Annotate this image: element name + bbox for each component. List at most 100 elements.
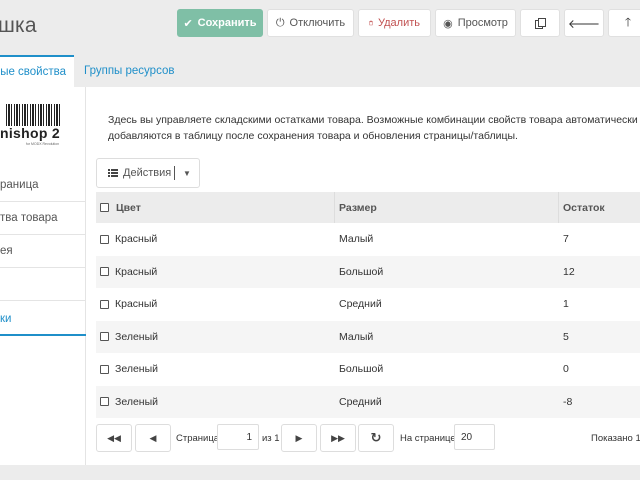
sidebar-item-product-properties[interactable]: тва товара <box>0 202 86 235</box>
sidebar-item-stock[interactable]: ки <box>0 303 86 336</box>
sidebar-item-page[interactable]: раница <box>0 169 86 202</box>
tab-bar: ные свойства Группы ресурсов <box>0 55 640 87</box>
divider <box>174 166 175 180</box>
page-title: шка <box>0 14 37 37</box>
tab-resource-groups[interactable]: Группы ресурсов <box>84 55 174 87</box>
main-panel: nishop 2 for MODX Revolution раница тва … <box>0 87 640 465</box>
power-icon: ⏻ <box>275 16 285 29</box>
first-page-button[interactable]: ◀◀ <box>96 424 132 452</box>
row-checkbox[interactable] <box>100 397 109 407</box>
barcode-icon <box>6 104 60 126</box>
cell-color: Зеленый <box>100 386 158 419</box>
disable-button-label: Отключить <box>289 17 346 29</box>
select-all-checkbox[interactable] <box>100 203 109 212</box>
cell-color-text: Зеленый <box>115 330 159 343</box>
per-page-input[interactable] <box>454 424 495 450</box>
column-header-label: Размер <box>339 201 377 214</box>
minishop-logo: nishop 2 for MODX Revolution <box>0 104 62 146</box>
view-button[interactable]: ◉ Просмотр <box>435 9 516 37</box>
eye-icon: ◉ <box>443 17 453 30</box>
toolbar: ✔ Сохранить ⏻ Отключить Удалить ◉ Просмо… <box>177 9 640 37</box>
cell-size: Большой <box>339 363 384 376</box>
cell-stock[interactable]: 12 <box>563 256 575 289</box>
shown-count-text: Показано 1 - <box>591 432 640 444</box>
stock-grid: Цвет Размер Остаток Красный Малый 7 Крас… <box>96 192 640 418</box>
table-row[interactable]: Зеленый Малый 5 <box>96 320 640 354</box>
refresh-button[interactable]: ↻ <box>358 424 394 452</box>
row-checkbox[interactable] <box>100 332 109 342</box>
table-row[interactable]: Зеленый Большой 0 <box>96 353 640 386</box>
logo-subtext: for MODX Revolution <box>26 142 60 146</box>
cell-color-text: Красный <box>115 265 158 278</box>
refresh-icon: ↻ <box>370 430 382 445</box>
column-header-size[interactable]: Размер <box>335 192 559 223</box>
cell-color: Красный <box>100 288 157 321</box>
next-page-button[interactable]: ▶ <box>281 424 317 452</box>
last-page-button[interactable]: ▶▶ <box>320 424 356 452</box>
disable-button[interactable]: ⏻ Отключить <box>267 9 354 37</box>
per-page-label: На странице: <box>400 432 459 444</box>
row-checkbox[interactable] <box>100 234 109 244</box>
table-row[interactable]: Зеленый Средний -8 <box>96 385 640 419</box>
duplicate-button[interactable] <box>520 9 560 37</box>
cell-color-text: Красный <box>115 233 158 246</box>
content-area: Здесь вы управляете складскими остатками… <box>86 87 640 465</box>
column-header-stock[interactable]: Остаток <box>559 192 640 223</box>
prev-page-button[interactable]: ◀ <box>135 424 171 452</box>
save-button[interactable]: ✔ Сохранить <box>177 9 263 37</box>
description-text: Здесь вы управляете складскими остатками… <box>108 114 638 142</box>
chevron-left-icon: ◀ <box>149 432 157 443</box>
arrow-up-icon: 🡑 <box>624 14 632 29</box>
cell-stock[interactable]: 7 <box>563 223 569 256</box>
column-header-label: Остаток <box>563 201 605 214</box>
table-row[interactable]: Красный Большой 12 <box>96 255 640 289</box>
check-icon: ✔ <box>183 17 193 30</box>
cell-color-text: Зеленый <box>115 363 159 376</box>
delete-button[interactable]: Удалить <box>358 9 431 37</box>
cell-size: Большой <box>339 265 384 278</box>
page-label: Страница <box>176 432 220 444</box>
cell-stock[interactable]: 0 <box>563 353 569 386</box>
grid-header: Цвет Размер Остаток <box>96 192 640 223</box>
cell-color-text: Зеленый <box>115 395 159 408</box>
column-header-color[interactable]: Цвет <box>96 192 335 223</box>
trash-icon <box>369 20 373 26</box>
cell-color: Красный <box>100 223 157 256</box>
pagination-bar: ◀◀ ◀ Страница из 1 ▶ ▶▶ ↻ На странице: П… <box>96 424 640 452</box>
page-of-label: из 1 <box>262 432 280 444</box>
row-checkbox[interactable] <box>100 299 109 309</box>
row-checkbox[interactable] <box>100 364 109 374</box>
copy-icon <box>534 17 546 29</box>
table-row[interactable]: Красный Средний 1 <box>96 288 640 321</box>
cell-size: Малый <box>339 330 374 343</box>
cell-color-text: Красный <box>115 298 158 311</box>
save-button-label: Сохранить <box>197 17 257 29</box>
delete-button-label: Удалить <box>378 17 420 29</box>
up-button[interactable]: 🡑 <box>608 9 640 37</box>
cell-stock[interactable]: -8 <box>563 386 572 419</box>
cell-size: Средний <box>339 395 382 408</box>
sidebar-item-gallery[interactable]: ея <box>0 235 86 268</box>
cell-color: Зеленый <box>100 321 158 354</box>
caret-down-icon[interactable]: ▼ <box>183 169 191 178</box>
actions-dropdown[interactable]: Действия ▼ <box>96 158 200 188</box>
arrow-left-icon: 🡐 <box>567 16 601 31</box>
list-icon <box>108 169 118 177</box>
sidebar-item-empty[interactable] <box>0 268 86 301</box>
cell-color: Красный <box>100 256 157 289</box>
page-number-input[interactable] <box>217 424 259 450</box>
chevron-right-icon: ▶ <box>295 432 303 443</box>
double-chevron-left-icon: ◀◀ <box>107 432 121 443</box>
column-header-label: Цвет <box>116 201 141 214</box>
tab-properties[interactable]: ные свойства <box>0 55 74 87</box>
back-button[interactable]: 🡐 <box>564 9 604 37</box>
cell-size: Малый <box>339 233 374 246</box>
row-checkbox[interactable] <box>100 267 109 277</box>
cell-stock[interactable]: 5 <box>563 321 569 354</box>
cell-stock[interactable]: 1 <box>563 288 569 321</box>
table-row[interactable]: Красный Малый 7 <box>96 223 640 256</box>
cell-color: Зеленый <box>100 353 158 386</box>
view-button-label: Просмотр <box>457 17 508 29</box>
cell-size: Средний <box>339 298 382 311</box>
actions-label: Действия <box>123 167 172 179</box>
